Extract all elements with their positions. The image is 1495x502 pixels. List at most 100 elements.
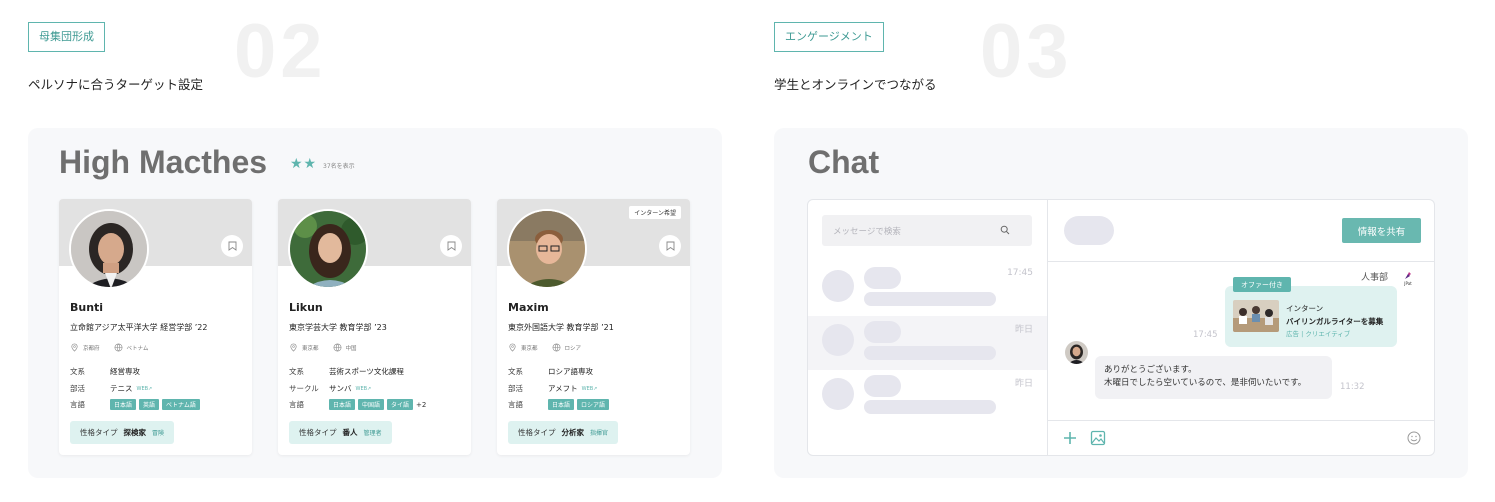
language-chip: タイ語	[387, 399, 414, 410]
club-row: 部活 アメフト WEB ↗	[508, 383, 597, 394]
thread-list: メッセージで検索 17:45 昨日 昨日	[808, 200, 1048, 455]
company-logo: JPat	[1398, 270, 1418, 290]
search-input[interactable]: メッセージで検索	[822, 215, 1032, 246]
share-info-button[interactable]: 情報を共有	[1342, 218, 1421, 243]
club-value: テニス	[110, 384, 133, 393]
thread-item[interactable]: 17:45	[808, 262, 1047, 316]
chat-panel: Chat メッセージで検索 17:45 昨日 昨日 情報を共有 人事部 JPat…	[774, 128, 1468, 478]
language-chip: 日本語	[110, 399, 137, 410]
student-name: Maxim	[508, 301, 549, 314]
club-web-link[interactable]: WEB ↗	[356, 386, 372, 392]
thread-time: 17:45	[1007, 268, 1033, 278]
offer-title: バイリンガルライターを募集	[1286, 317, 1384, 326]
search-icon	[1000, 225, 1010, 235]
reply-message: ありがとうございます。 木曜日でしたら空いているので、是非伺いたいです。	[1095, 356, 1332, 399]
club-value: アメフト	[548, 384, 578, 393]
composer-bar	[1048, 420, 1434, 455]
bookmark-icon[interactable]	[659, 235, 681, 257]
section-tag: 母集団形成	[28, 22, 105, 52]
sender-department: 人事部	[1360, 273, 1388, 283]
major-label: 文系	[70, 367, 85, 376]
offer-category: 広告 | クリエイティブ	[1286, 330, 1351, 338]
language-chip: 日本語	[548, 399, 575, 410]
avatar	[288, 209, 368, 289]
image-icon[interactable]	[1090, 430, 1106, 446]
club-label: サークル	[289, 384, 319, 393]
message-area: 人事部 JPat 17:45 オファー付き インターン バイリンガルライターを募…	[1048, 262, 1434, 420]
student-location: 東京都	[302, 345, 319, 352]
major-value: 芸術スポーツ文化課程	[329, 367, 404, 376]
reply-line: ありがとうございます。	[1104, 365, 1197, 375]
student-school: 東京外国語大学 教育学部 ’21	[508, 323, 614, 332]
globe-icon	[333, 343, 341, 352]
offer-message[interactable]: インターン バイリンガルライターを募集 広告 | クリエイティブ	[1225, 286, 1397, 347]
club-label: 部活	[70, 384, 85, 393]
section-tag: エンゲージメント	[774, 22, 884, 52]
student-meta: 東京都 中国	[289, 343, 357, 352]
thread-item[interactable]: 昨日	[808, 370, 1047, 424]
thread-avatar	[822, 378, 854, 410]
student-nationality: ベトナム	[126, 345, 149, 352]
personality-type: 性格タイプ 番人 管理者	[289, 421, 392, 444]
personality-type: 性格タイプ 分析家 指揮官	[508, 421, 619, 444]
section-number: 02	[234, 9, 327, 94]
avatar	[507, 209, 587, 289]
panel-title: Chat	[808, 144, 880, 180]
thread-name-placeholder	[864, 375, 901, 397]
offer-badge: オファー付き	[1233, 277, 1291, 292]
thread-avatar	[822, 324, 854, 356]
club-web-link[interactable]: WEB ↗	[137, 386, 153, 392]
language-chip: ベトナム語	[162, 399, 200, 410]
chat-window: メッセージで検索 17:45 昨日 昨日 情報を共有 人事部 JPat 17:4…	[807, 199, 1435, 456]
pin-icon	[290, 343, 297, 352]
student-card[interactable]: インターン希望 Maxim 東京外国語大学 教育学部 ’21 東京都 ロシア 文…	[497, 199, 690, 455]
language-row: 言語 日本語 英語 ベトナム語	[70, 399, 203, 410]
thread-item[interactable]: 昨日	[808, 316, 1047, 370]
type-sub: 管理者	[363, 430, 382, 437]
offer-type: インターン	[1286, 304, 1324, 313]
smile-icon[interactable]	[1406, 430, 1422, 446]
major-value: 経営専攻	[110, 367, 140, 376]
student-meta: 京都府 ベトナム	[70, 343, 148, 352]
section-subtitle: 学生とオンラインでつながる	[774, 77, 937, 92]
type-sub: 冒険	[152, 430, 165, 437]
thread-time: 昨日	[1014, 379, 1033, 389]
student-location: 東京都	[521, 345, 538, 352]
avatar	[69, 209, 149, 289]
student-nationality: ロシア	[564, 345, 582, 352]
thread-preview-placeholder	[864, 292, 996, 306]
contact-name-placeholder	[1064, 216, 1114, 245]
type-value: 番人	[342, 428, 358, 437]
type-value: 分析家	[561, 428, 585, 437]
pin-icon	[509, 343, 516, 352]
language-chip: 中国語	[358, 399, 385, 410]
offer-thumbnail	[1233, 300, 1279, 332]
student-nationality: 中国	[345, 345, 357, 352]
language-label: 言語	[289, 400, 304, 409]
thread-avatar	[822, 270, 854, 302]
thread-name-placeholder	[864, 267, 901, 289]
bookmark-icon[interactable]	[221, 235, 243, 257]
type-label: 性格タイプ	[518, 428, 556, 437]
plus-icon[interactable]	[1062, 430, 1078, 446]
student-card[interactable]: Likun 東京学芸大学 教育学部 ’23 東京都 中国 文系 芸術スポーツ文化…	[278, 199, 471, 455]
section-subtitle: ペルソナに合うターゲット設定	[28, 77, 204, 92]
message-time: 17:45	[1193, 330, 1218, 340]
reply-line: 木曜日でしたら空いているので、是非伺いたいです。	[1104, 378, 1307, 388]
student-card[interactable]: Bunti 立命館アジア太平洋大学 経営学部 ’22 京都府 ベトナム 文系 経…	[59, 199, 252, 455]
rating-stars: ★★	[290, 156, 318, 172]
club-web-link[interactable]: WEB ↗	[582, 386, 598, 392]
matches-section: 母集団形成 02 ペルソナに合うターゲット設定 High Macthes ★★ …	[28, 0, 722, 502]
student-name: Likun	[289, 301, 323, 314]
student-name: Bunti	[70, 301, 104, 314]
search-placeholder: メッセージで検索	[833, 226, 901, 237]
thread-preview-placeholder	[864, 400, 996, 414]
avatar	[1065, 341, 1088, 364]
panel-title: High Macthes	[59, 144, 268, 180]
major-label: 文系	[289, 367, 304, 376]
message-time: 11:32	[1340, 382, 1365, 392]
language-more[interactable]: +2	[416, 401, 426, 409]
bookmark-icon[interactable]	[440, 235, 462, 257]
language-chip: 英語	[139, 399, 160, 410]
student-school: 東京学芸大学 教育学部 ’23	[289, 323, 387, 332]
